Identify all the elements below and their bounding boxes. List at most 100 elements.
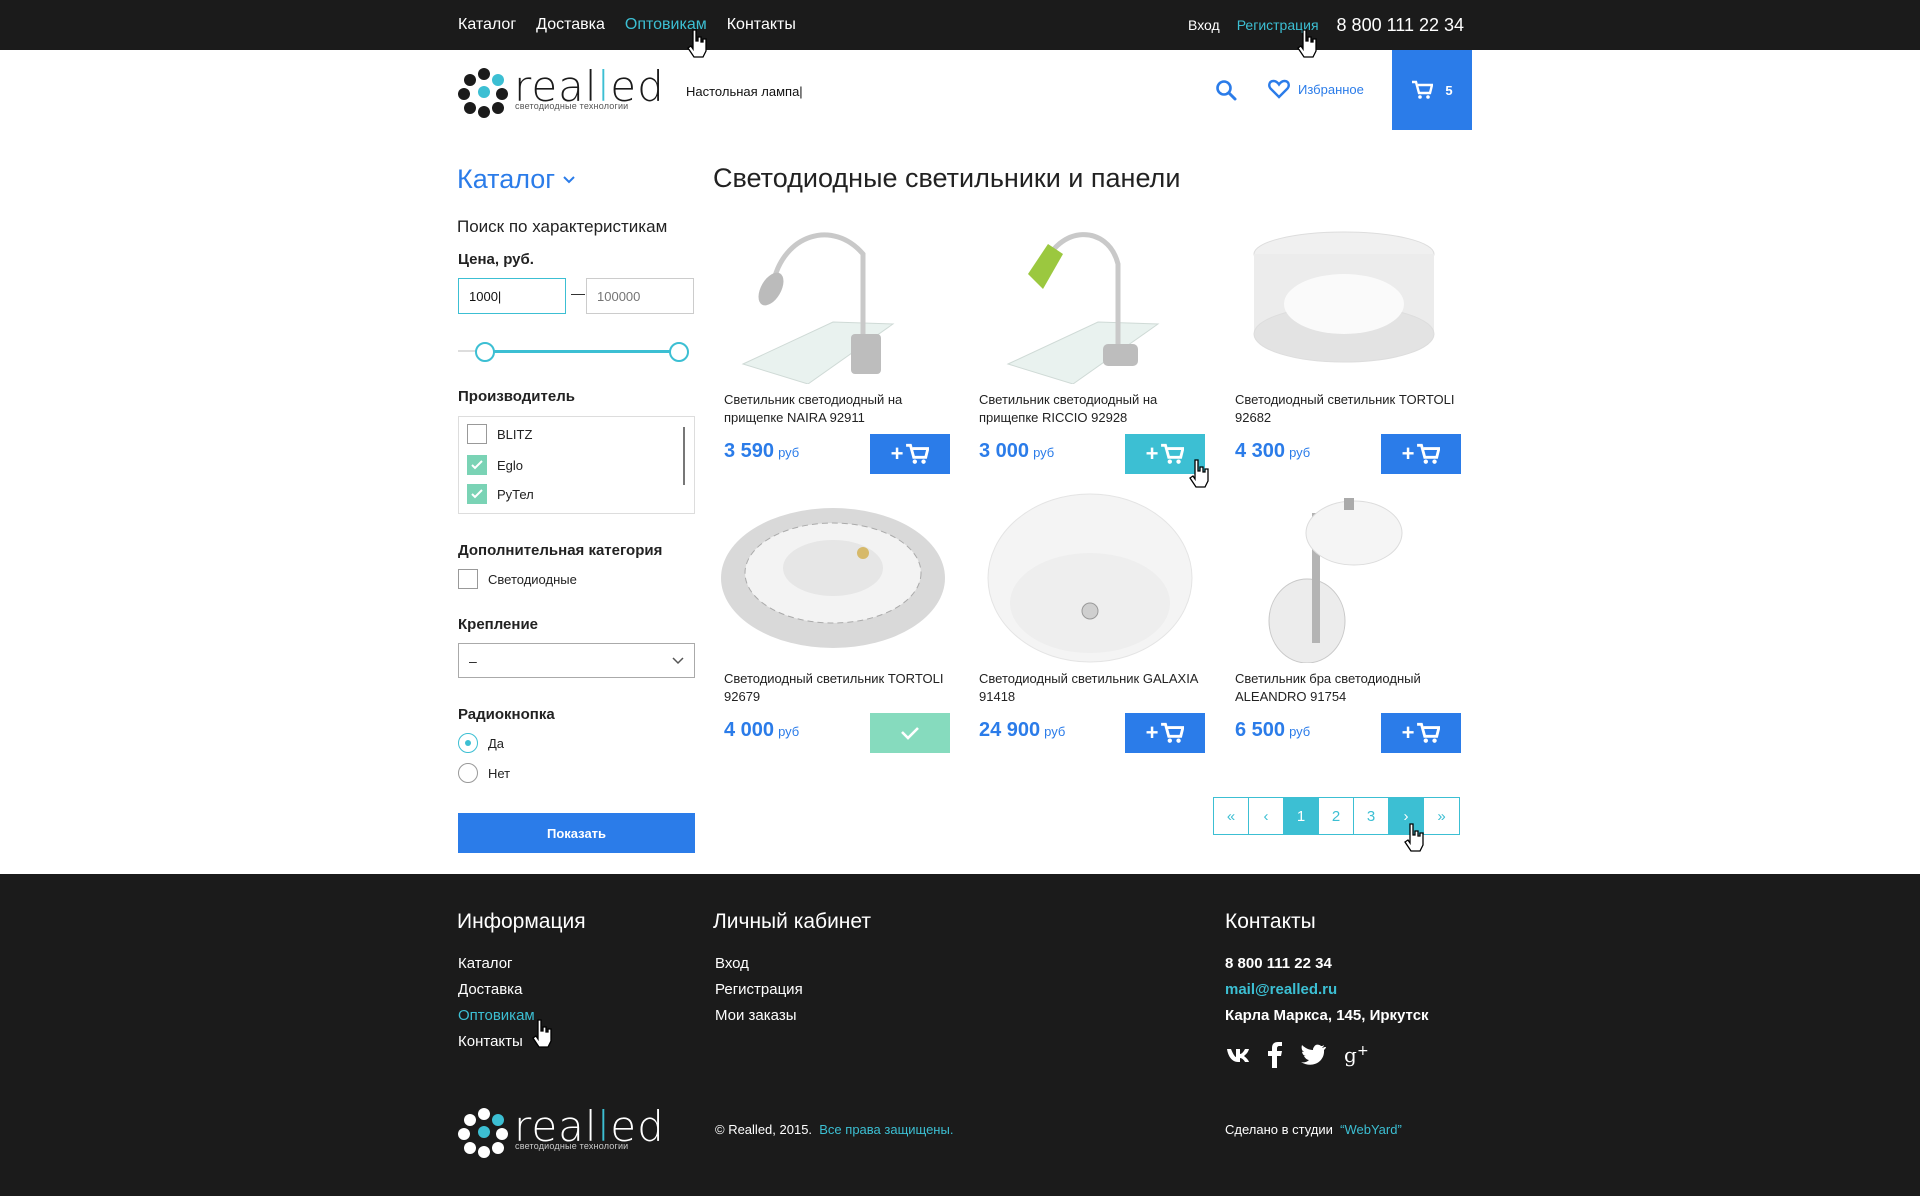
manufacturer-label: Производитель <box>458 388 575 405</box>
manufacturer-name: Eglo <box>497 457 524 473</box>
footer-link-orders[interactable]: Мои заказы <box>715 1007 797 1024</box>
price-slider-max-handle[interactable] <box>669 342 690 362</box>
product-card[interactable]: Светильник светодиодный на прищепке RICC… <box>968 214 1208 494</box>
radio-no-label: Нет <box>488 765 511 781</box>
add-to-cart-button[interactable]: + <box>1125 713 1205 753</box>
nav-contacts[interactable]: Контакты <box>727 16 796 34</box>
product-price: 24 900 руб <box>979 719 1066 741</box>
product-name[interactable]: Светильник бра светодиодный ALEANDRO 917… <box>1235 670 1455 706</box>
extra-category-item[interactable]: Светодиодные <box>458 569 577 589</box>
last-page-button[interactable]: » <box>1424 798 1459 834</box>
radio-no[interactable]: Нет <box>458 763 510 783</box>
vk-icon[interactable] <box>1226 1047 1250 1063</box>
nav-delivery[interactable]: Доставка <box>536 16 605 34</box>
copyright: © Realled, 2015. Все права защищены. <box>715 1122 954 1137</box>
price-label: Цена, руб. <box>458 251 534 268</box>
favorites-link[interactable]: Избранное <box>1268 79 1364 99</box>
site-logo[interactable]: realled светодиодные технологии <box>458 62 664 118</box>
product-name[interactable]: Светодиодный светильник TORTOLI 92682 <box>1235 391 1455 427</box>
prev-page-button[interactable]: ‹ <box>1249 798 1284 834</box>
page-2-button[interactable]: 2 <box>1319 798 1354 834</box>
product-price: 3 590 руб <box>724 440 800 462</box>
show-button[interactable]: Показать <box>458 813 695 853</box>
search-icon[interactable] <box>1214 78 1238 102</box>
footer-phone: 8 800 111 22 34 <box>1225 955 1332 972</box>
product-name[interactable]: Светодиодный светильник TORTOLI 92679 <box>724 670 944 706</box>
radio-button[interactable] <box>458 733 478 753</box>
page-title: Светодиодные светильники и панели <box>713 163 1181 193</box>
footer-link-wholesale[interactable]: Оптовикам <box>458 1007 535 1024</box>
footer-link-delivery[interactable]: Доставка <box>458 981 522 998</box>
footer-logo[interactable]: realled светодиодные технологии <box>458 1102 664 1158</box>
checkmark-icon <box>471 460 483 470</box>
manufacturer-item[interactable]: Eglo <box>467 455 523 475</box>
cart-icon <box>1161 443 1185 464</box>
radio-yes[interactable]: Да <box>458 733 504 753</box>
nav-catalog[interactable]: Каталог <box>458 16 516 34</box>
product-image[interactable] <box>1224 214 1464 384</box>
product-card[interactable]: Светодиодный светильник GALAXIA 91418 24… <box>968 493 1208 773</box>
cart-button[interactable]: 5 <box>1392 50 1472 130</box>
product-price: 6 500 руб <box>1235 719 1311 741</box>
first-page-button[interactable]: « <box>1214 798 1249 834</box>
product-card[interactable]: Светодиодный светильник TORTOLI 92679 4 … <box>713 493 953 773</box>
manufacturer-name: BLITZ <box>497 426 533 442</box>
product-price: 3 000 руб <box>979 440 1055 462</box>
facebook-icon[interactable] <box>1268 1042 1282 1068</box>
price-to-input[interactable] <box>586 278 694 314</box>
footer-link-contacts[interactable]: Контакты <box>458 1033 523 1050</box>
google-plus-icon[interactable]: g + <box>1344 1043 1370 1067</box>
manufacturer-scrollbar[interactable] <box>683 427 685 485</box>
footer-link-register[interactable]: Регистрация <box>715 981 803 998</box>
checkbox[interactable] <box>467 455 487 475</box>
mount-select-value: – <box>469 652 477 669</box>
product-image[interactable] <box>968 214 1208 384</box>
login-link[interactable]: Вход <box>1188 17 1220 33</box>
hand-cursor-icon <box>1404 823 1424 852</box>
rights-link[interactable]: Все права защищены. <box>819 1122 953 1137</box>
product-card[interactable]: Светодиодный светильник TORTOLI 92682 4 … <box>1224 214 1464 494</box>
catalog-title: Каталог <box>457 164 556 194</box>
radio-button[interactable] <box>458 763 478 783</box>
add-to-cart-button[interactable]: + <box>870 434 950 474</box>
checkbox[interactable] <box>458 569 478 589</box>
page-3-button[interactable]: 3 <box>1354 798 1389 834</box>
price-from-input[interactable] <box>458 278 566 314</box>
top-phone: 8 800 111 22 34 <box>1336 14 1464 35</box>
search-input[interactable] <box>686 80 1186 102</box>
catalog-dropdown[interactable]: Каталог <box>457 164 575 195</box>
hand-cursor-icon <box>1297 29 1317 58</box>
radio-label: Радиокнопка <box>458 706 555 723</box>
add-to-cart-button[interactable]: + <box>1381 434 1461 474</box>
checkbox[interactable] <box>467 424 487 444</box>
logo-tagline: светодиодные технологии <box>515 1141 629 1151</box>
checkmark-icon <box>901 727 919 740</box>
extra-category-label: Дополнительная категория <box>458 542 663 559</box>
product-image[interactable] <box>713 214 953 384</box>
hand-cursor-icon <box>532 1019 552 1048</box>
mount-select[interactable]: – <box>458 643 695 678</box>
footer-link-login[interactable]: Вход <box>715 955 749 972</box>
footer-email[interactable]: mail@realled.ru <box>1225 981 1337 998</box>
twitter-icon[interactable] <box>1300 1044 1326 1066</box>
add-to-cart-button[interactable]: + <box>1381 713 1461 753</box>
footer-link-catalog[interactable]: Каталог <box>458 955 513 972</box>
manufacturer-name: РуТел <box>497 486 534 502</box>
page: Каталог Доставка Оптовикам Контакты Вход… <box>0 0 1920 1196</box>
manufacturer-item[interactable]: РуТел <box>467 484 534 504</box>
product-name[interactable]: Светильник светодиодный на прищепке NAIR… <box>724 391 944 427</box>
price-slider-min-handle[interactable] <box>475 342 496 362</box>
page-1-button[interactable]: 1 <box>1284 798 1319 834</box>
product-image[interactable] <box>968 493 1208 663</box>
product-image[interactable] <box>713 493 953 663</box>
manufacturer-item[interactable]: BLITZ <box>467 424 532 444</box>
product-name[interactable]: Светильник светодиодный на прищепке RICC… <box>979 391 1199 427</box>
studio-link[interactable]: “WebYard” <box>1340 1122 1402 1137</box>
added-to-cart-button[interactable] <box>870 713 950 753</box>
product-card[interactable]: Светильник бра светодиодный ALEANDRO 917… <box>1224 493 1464 773</box>
footer-contacts-title: Контакты <box>1225 910 1316 933</box>
product-card[interactable]: Светильник светодиодный на прищепке NAIR… <box>713 214 953 494</box>
checkbox[interactable] <box>467 484 487 504</box>
product-name[interactable]: Светодиодный светильник GALAXIA 91418 <box>979 670 1199 706</box>
product-image[interactable] <box>1224 493 1464 663</box>
